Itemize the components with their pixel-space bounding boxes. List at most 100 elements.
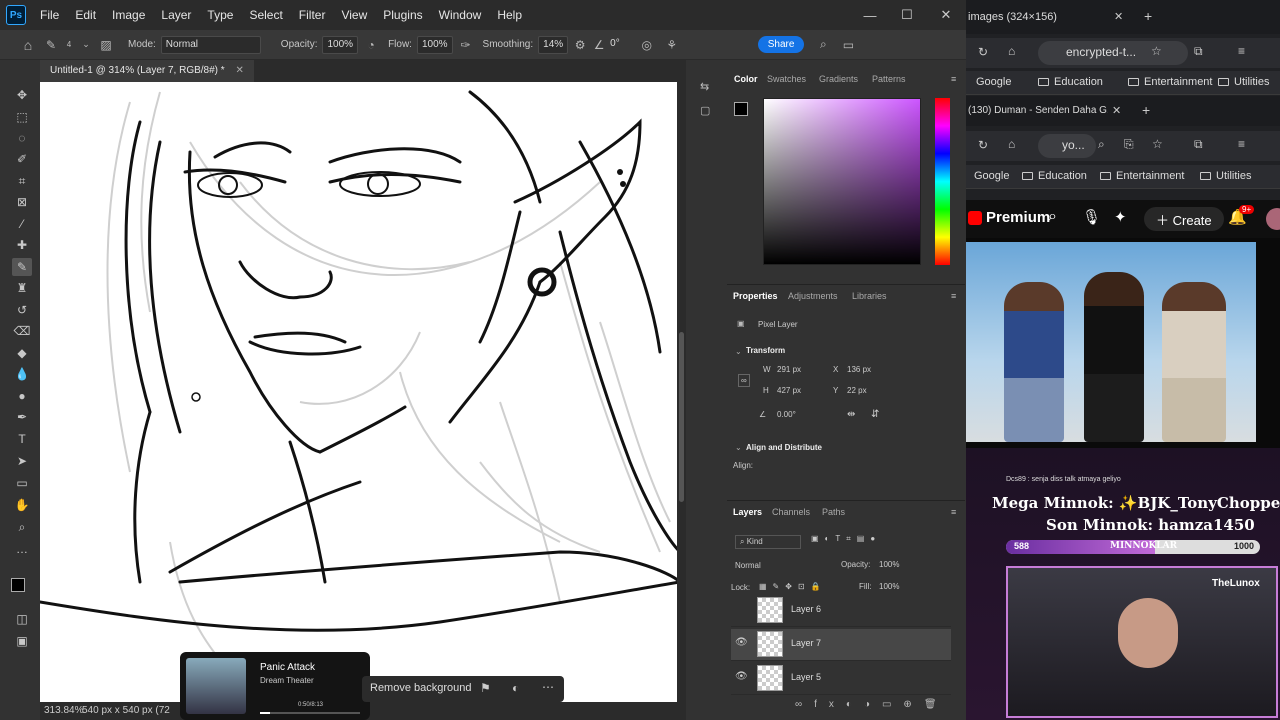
browser2-tab-title[interactable]: (130) Duman - Senden Daha G...	[968, 105, 1108, 116]
layer-row[interactable]: 👁 Layer 5	[731, 663, 951, 695]
rotation-input[interactable]: 0.00°	[777, 410, 796, 419]
eye-icon[interactable]: 👁	[735, 671, 748, 682]
stamp-tool-icon[interactable]: ♜	[12, 279, 32, 297]
star-icon[interactable]: ☆	[1151, 44, 1162, 58]
address-bar[interactable]: yo...	[1038, 134, 1096, 158]
rectangle-tool-icon[interactable]: ▭	[12, 474, 32, 492]
healing-tool-icon[interactable]: ✚	[12, 236, 32, 254]
hand-tool-icon[interactable]: ✋	[12, 496, 32, 514]
canvas[interactable]	[40, 82, 680, 702]
new-tab-icon[interactable]: +	[1142, 102, 1150, 118]
workspace-icon[interactable]: ▭	[836, 38, 860, 52]
search-icon[interactable]: ⌕	[1098, 137, 1105, 152]
layer-opacity-input[interactable]: 100%	[879, 560, 899, 569]
flip-vertical-icon[interactable]: ⇵	[871, 409, 879, 420]
history-brush-icon[interactable]: ↺	[12, 301, 32, 319]
search-icon[interactable]: ⌕	[810, 37, 836, 52]
brush-tool-icon[interactable]: ✎	[12, 258, 32, 276]
reload-icon[interactable]: ↻	[978, 138, 988, 152]
address-bar[interactable]: encrypted-t...	[1038, 41, 1188, 65]
bookmark-utilities[interactable]: Utilities	[1218, 76, 1269, 88]
pen-tool-icon[interactable]: ✒	[12, 408, 32, 426]
home-icon[interactable]: ⌂	[1008, 137, 1015, 151]
brush-tool-icon[interactable]: ✎	[40, 38, 62, 52]
foreground-swatch[interactable]	[734, 102, 748, 116]
pressure-opacity-icon[interactable]: ◔	[358, 38, 384, 52]
youtube-premium-logo[interactable]: Premium	[986, 209, 1050, 226]
menu-plugins[interactable]: Plugins	[375, 0, 430, 30]
panel-menu-icon[interactable]: ≡	[951, 68, 956, 90]
screen-mode-icon[interactable]: ▣	[12, 632, 32, 650]
menu-file[interactable]: File	[32, 0, 67, 30]
smoothing-input[interactable]: 14%	[538, 35, 569, 54]
bookmark-education[interactable]: Education	[1022, 170, 1087, 182]
bookmark-entertainment[interactable]: Entertainment	[1100, 170, 1184, 182]
history-icon[interactable]: ⇆	[700, 80, 709, 93]
menu-window[interactable]: Window	[431, 0, 490, 30]
bookmark-education[interactable]: Education	[1038, 76, 1103, 88]
quick-select-tool-icon[interactable]: ✐	[12, 150, 32, 168]
bookmark-entertainment[interactable]: Entertainment	[1128, 76, 1212, 88]
bookmark-google[interactable]: Google	[974, 170, 1009, 182]
tab-paths[interactable]: Paths	[822, 501, 845, 523]
type-tool-icon[interactable]: T	[12, 430, 32, 448]
zoom-tool-icon[interactable]: ⌕	[12, 518, 32, 536]
select-subject-icon[interactable]: ⚑	[480, 681, 491, 695]
flip-horizontal-icon[interactable]: ⇹	[847, 409, 855, 420]
w-input[interactable]: 291 px	[777, 365, 801, 374]
video-player[interactable]	[966, 238, 1280, 448]
microphone-icon[interactable]: 🎙	[1082, 208, 1101, 226]
browser-tab-title[interactable]: images (324×156)	[968, 11, 1057, 23]
angle-input[interactable]: 0°	[606, 36, 624, 54]
menu-icon[interactable]: ≡	[1238, 137, 1245, 151]
mask-icon[interactable]: ◐	[512, 681, 519, 695]
fill-input[interactable]: 100%	[879, 582, 899, 591]
chevron-down-icon[interactable]: ⌄	[76, 39, 96, 50]
maximize-icon[interactable]: ☐	[887, 0, 927, 30]
home-icon[interactable]: ⌂	[1008, 44, 1015, 58]
menu-view[interactable]: View	[333, 0, 375, 30]
mode-select[interactable]: Normal	[160, 35, 261, 54]
extensions-icon[interactable]: ⧉	[1194, 44, 1203, 59]
home-icon[interactable]: ⌂	[16, 37, 40, 53]
hue-slider[interactable]	[935, 98, 950, 265]
symmetry-icon[interactable]: ⚘	[660, 38, 684, 52]
tab-libraries[interactable]: Libraries	[852, 285, 887, 307]
remove-background-button[interactable]: Remove background	[370, 682, 472, 694]
close-icon[interactable]: ✕	[926, 0, 966, 30]
layer-footer-icons[interactable]: ∞fx◐◑▭⊕🗑	[727, 699, 965, 715]
layer-row-selected[interactable]: 👁 Layer 7	[731, 629, 951, 661]
close-tab-icon[interactable]: ✕	[1114, 10, 1123, 23]
marquee-tool-icon[interactable]: ⬚	[12, 108, 32, 126]
close-tab-icon[interactable]: ✕	[1112, 104, 1121, 117]
tab-color[interactable]: Color	[734, 68, 758, 90]
panel-menu-icon[interactable]: ≡	[951, 285, 956, 307]
eraser-tool-icon[interactable]: ⌫	[12, 322, 32, 340]
brush-settings-icon[interactable]: ▨	[96, 38, 116, 52]
zoom-level[interactable]: 313.84%	[44, 705, 83, 716]
bookmark-utilities[interactable]: Utilities	[1200, 170, 1251, 182]
opacity-input[interactable]: 100%	[322, 35, 359, 54]
tab-layers[interactable]: Layers	[733, 501, 762, 523]
menu-edit[interactable]: Edit	[67, 0, 104, 30]
vertical-scrollbar[interactable]	[677, 82, 686, 702]
assistant-icon[interactable]: ✦	[1114, 208, 1127, 226]
color-picker-field[interactable]	[763, 98, 921, 265]
menu-filter[interactable]: Filter	[291, 0, 334, 30]
tab-channels[interactable]: Channels	[772, 501, 810, 523]
paint-bucket-icon[interactable]: ◆	[12, 344, 32, 362]
star-icon[interactable]: ☆	[1152, 137, 1163, 151]
menu-image[interactable]: Image	[104, 0, 153, 30]
eyedropper-tool-icon[interactable]: ⁄	[12, 215, 32, 233]
bookmark-google[interactable]: Google	[976, 76, 1011, 88]
more-options-icon[interactable]: ⋯	[542, 680, 554, 694]
extensions-icon[interactable]: ⧉	[1194, 137, 1203, 152]
h-input[interactable]: 427 px	[777, 386, 801, 395]
dodge-tool-icon[interactable]: ●	[12, 387, 32, 405]
y-input[interactable]: 22 px	[847, 386, 867, 395]
search-icon[interactable]: ⌕	[1048, 208, 1057, 226]
youtube-logo-icon[interactable]	[968, 211, 982, 225]
panel-menu-icon[interactable]: ≡	[951, 501, 956, 523]
more-tools-icon[interactable]: …	[12, 540, 32, 558]
flow-input[interactable]: 100%	[416, 35, 453, 54]
